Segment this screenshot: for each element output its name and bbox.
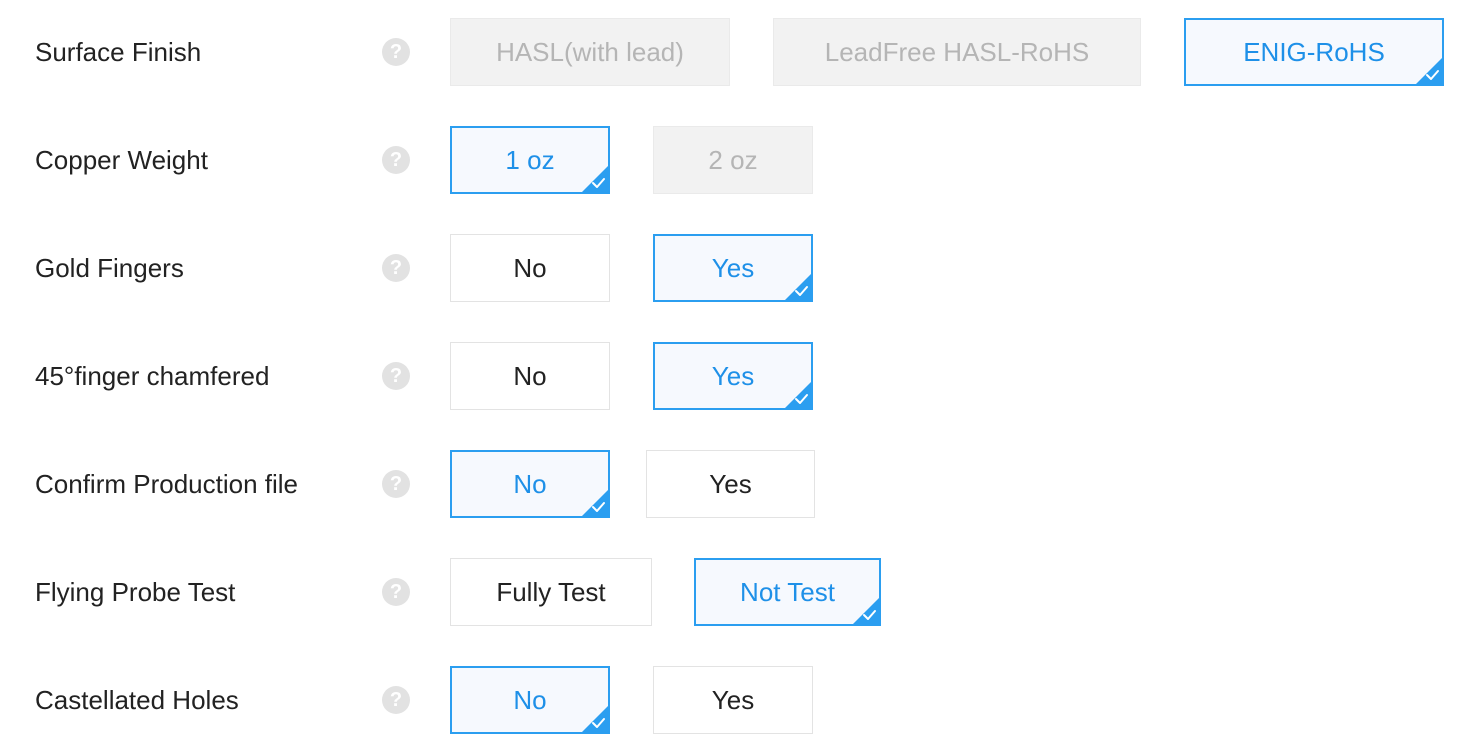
flying-probe-test-option-fully-test[interactable]: Fully Test	[450, 558, 652, 626]
flying-probe-test-option-not-test[interactable]: Not Test	[694, 558, 881, 626]
surface-finish-option-hasl-with-lead[interactable]: HASL(with lead)	[450, 18, 730, 86]
question-circle-icon[interactable]: ?	[382, 362, 410, 390]
check-corner-icon	[785, 274, 811, 300]
finger-chamfered-row: 45°finger chamfered ? No Yes	[0, 342, 1477, 410]
gold-fingers-label: Gold Fingers	[35, 253, 184, 283]
confirm-production-file-option-yes[interactable]: Yes	[646, 450, 815, 518]
castellated-holes-option-yes[interactable]: Yes	[653, 666, 813, 734]
gold-fingers-row: Gold Fingers ? No Yes	[0, 234, 1477, 302]
finger-chamfered-option-no[interactable]: No	[450, 342, 610, 410]
question-circle-icon[interactable]: ?	[382, 254, 410, 282]
question-circle-icon[interactable]: ?	[382, 38, 410, 66]
check-corner-icon	[582, 166, 608, 192]
castellated-holes-label: Castellated Holes	[35, 685, 239, 715]
check-corner-icon	[582, 490, 608, 516]
surface-finish-option-leadfree-hasl-rohs[interactable]: LeadFree HASL-RoHS	[773, 18, 1141, 86]
castellated-holes-option-no[interactable]: No	[450, 666, 610, 734]
check-corner-icon	[853, 598, 879, 624]
flying-probe-test-label: Flying Probe Test	[35, 577, 236, 607]
check-corner-icon	[785, 382, 811, 408]
copper-weight-option-1oz[interactable]: 1 oz	[450, 126, 610, 194]
copper-weight-label: Copper Weight	[35, 145, 208, 175]
castellated-holes-row: Castellated Holes ? No Yes	[0, 666, 1477, 734]
surface-finish-label: Surface Finish	[35, 37, 202, 67]
question-circle-icon[interactable]: ?	[382, 686, 410, 714]
confirm-production-file-row: Confirm Production file ? No Yes	[0, 450, 1477, 518]
pcb-options-form: Surface Finish ? HASL(with lead) LeadFre…	[0, 0, 1477, 750]
copper-weight-option-2oz[interactable]: 2 oz	[653, 126, 813, 194]
question-circle-icon[interactable]: ?	[382, 578, 410, 606]
flying-probe-test-row: Flying Probe Test ? Fully Test Not Test	[0, 558, 1477, 626]
question-circle-icon[interactable]: ?	[382, 470, 410, 498]
confirm-production-file-option-no[interactable]: No	[450, 450, 610, 518]
confirm-production-file-label: Confirm Production file	[35, 469, 298, 499]
gold-fingers-option-no[interactable]: No	[450, 234, 610, 302]
gold-fingers-option-yes[interactable]: Yes	[653, 234, 813, 302]
check-corner-icon	[582, 706, 608, 732]
question-circle-icon[interactable]: ?	[382, 146, 410, 174]
copper-weight-row: Copper Weight ? 1 oz 2 oz	[0, 126, 1477, 194]
surface-finish-row: Surface Finish ? HASL(with lead) LeadFre…	[0, 18, 1477, 86]
surface-finish-option-enig-rohs[interactable]: ENIG-RoHS	[1184, 18, 1444, 86]
finger-chamfered-label: 45°finger chamfered	[35, 361, 270, 391]
finger-chamfered-option-yes[interactable]: Yes	[653, 342, 813, 410]
check-corner-icon	[1416, 58, 1442, 84]
